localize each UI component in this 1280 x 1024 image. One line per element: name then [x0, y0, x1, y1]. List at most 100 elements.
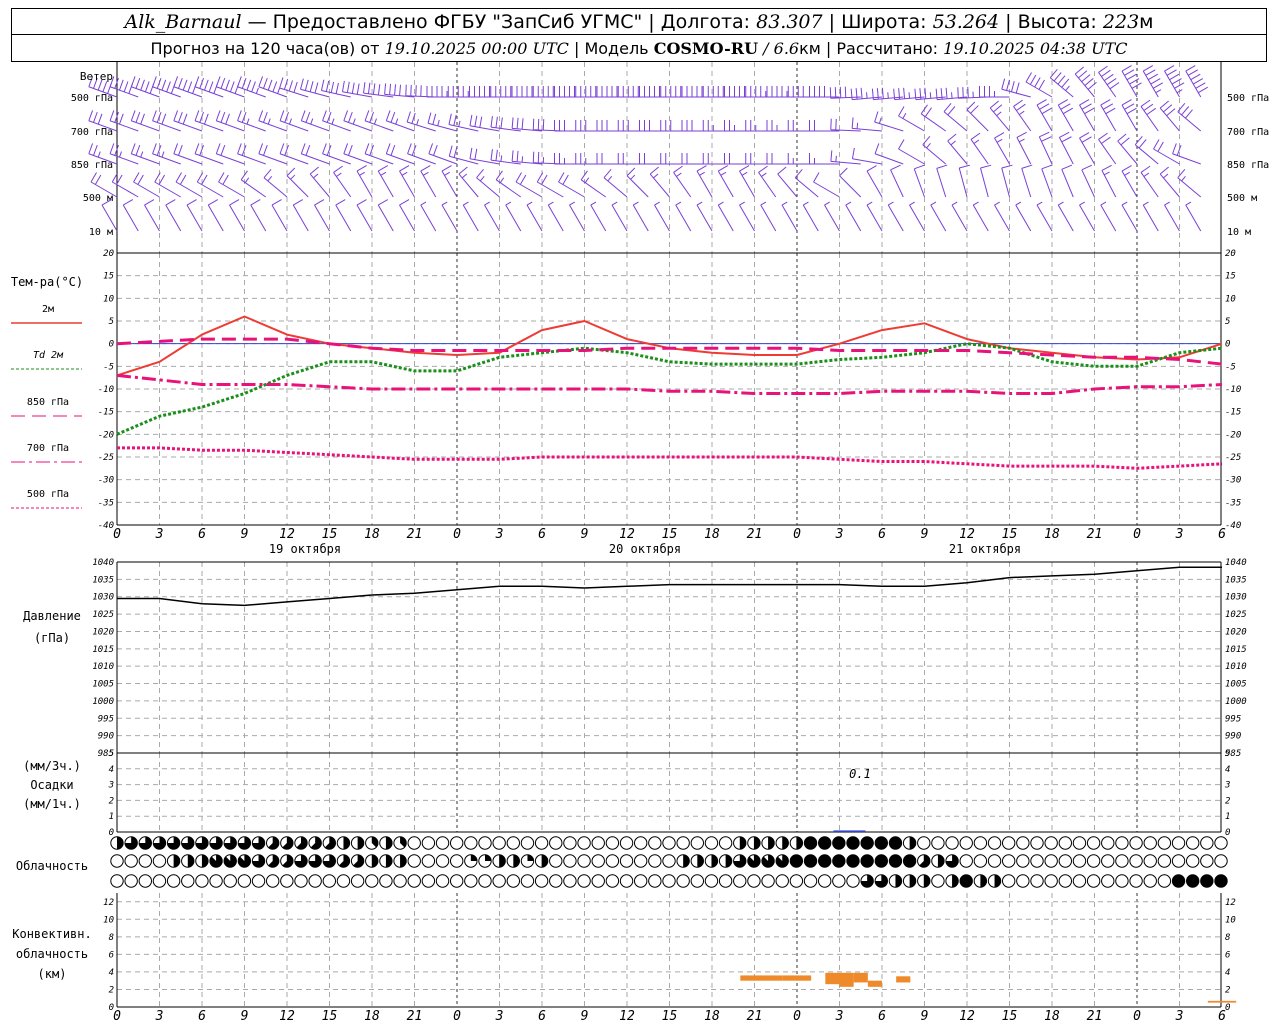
wind-barb-flag [356, 83, 360, 95]
cloud-fill-full [889, 836, 902, 850]
cloud-cover-circle-icon [931, 854, 945, 868]
wind-barb-icon [1185, 201, 1202, 232]
wind-barb-icon [292, 199, 309, 232]
hour-tick-label: 12 [959, 1009, 975, 1024]
wind-barb-icon [611, 201, 628, 232]
cloud-cover-circle-icon [874, 874, 889, 888]
cloud-cover-circle-icon [1143, 836, 1157, 850]
wind-barb-icon [898, 139, 925, 165]
wind-barb-half-flag [760, 201, 767, 206]
cloud-circle-outline [1214, 836, 1228, 850]
wind-barb-icon [1164, 201, 1180, 232]
cloud-circle-outline [1115, 836, 1129, 850]
wind-barb-flag [1197, 86, 1209, 94]
wind-barb-icon [681, 120, 712, 132]
cloud-cover-circle-icon [1072, 854, 1087, 868]
wind-barb-shaft [824, 204, 840, 232]
cloud-fill-sector [909, 836, 916, 850]
cloud-cover-circle-icon [181, 874, 195, 888]
wind-barb-half-flag [1036, 201, 1043, 206]
wind-barb-icon [1121, 165, 1138, 198]
wind-barb-icon [1172, 143, 1201, 165]
wind-barb-flag [215, 76, 221, 87]
wind-barb-flag [718, 165, 729, 172]
wind-barb-shaft [194, 86, 224, 98]
wind-barb-flag [175, 172, 182, 183]
temp-title: Тем-ра(°C) [11, 275, 83, 289]
wind-barb-icon [1074, 66, 1097, 98]
wind-barb-flag [1079, 99, 1090, 106]
wind-barb-flag [178, 77, 183, 89]
wind-barb-icon [377, 199, 394, 232]
cloud-fill-sector [753, 836, 761, 850]
hour-tick-label: 6 [878, 527, 886, 542]
cloud-cover-circle-icon [478, 874, 492, 888]
temp-tick-label-right: -20 [1225, 430, 1241, 440]
wind-barb-flag [309, 81, 314, 92]
cloud-cover-circle-icon [166, 836, 181, 850]
wind-barb-flag [1126, 73, 1137, 81]
cloud-cover-circle-icon [251, 854, 266, 868]
cloud-circle-outline [718, 836, 733, 850]
cloud-cover-circle-icon [464, 854, 478, 868]
wind-barb-flag [343, 143, 349, 154]
wind-barb-shaft [258, 120, 288, 132]
wind-barb-flag [356, 165, 367, 172]
cloud-circle-outline [209, 874, 223, 888]
wind-barb-icon [1061, 164, 1074, 198]
wind-barb-half-flag [996, 138, 1003, 143]
cloud-cover-circle-icon [534, 874, 549, 888]
hour-tick-label: 0 [453, 527, 461, 542]
cloud-circle-outline [1030, 836, 1044, 850]
conv-unit: (км) [38, 967, 67, 981]
cloud-cover-circle-icon [690, 836, 705, 850]
cloud-fill-full [860, 854, 874, 868]
wind-barb-flag [399, 165, 410, 172]
cloud-cover-circle-icon [1101, 854, 1115, 868]
legend-label: 850 гПа [27, 397, 69, 408]
cloud-cover-circle-icon [407, 854, 421, 868]
wind-barb-flag [516, 117, 519, 129]
wind-barb-icon [1057, 99, 1074, 132]
wind-barb-half-flag [856, 122, 859, 129]
cloud-cover-circle-icon [549, 854, 563, 868]
wind-barb-icon [1081, 164, 1095, 198]
cloud-circle-outline [138, 874, 153, 888]
cloud-circle-outline [492, 874, 506, 888]
temp-tick-label-right: -30 [1225, 476, 1241, 486]
wind-barb-shaft [122, 204, 139, 232]
wind-barb-icon [558, 172, 585, 198]
wind-barb-half-flag [699, 171, 705, 176]
wind-barb-shaft [1016, 137, 1032, 165]
temp-tick-label-left: -25 [98, 453, 114, 463]
wind-barb-flag [348, 144, 353, 156]
pressure-tick-label-right: 990 [1225, 732, 1241, 742]
temp-tick-label-left: 0 [109, 340, 114, 350]
cloud-cover-circle-icon [435, 854, 450, 868]
wind-barb-flag [263, 77, 268, 89]
wind-barb-flag [936, 164, 948, 169]
hour-tick-label: 15 [322, 527, 338, 542]
wind-barb-half-flag [590, 201, 597, 206]
cloud-circle-outline [577, 874, 591, 888]
wind-barb-shaft [1142, 204, 1159, 232]
wind-barb-flag [1146, 107, 1157, 116]
wind-barb-shaft [866, 204, 883, 232]
cloud-circle-outline [449, 874, 464, 888]
cloud-circle-outline [959, 854, 973, 868]
cloud-cover-circle-icon [350, 854, 365, 868]
wind-barb-icon [777, 166, 798, 198]
cloud-circle-outline [520, 874, 535, 888]
wind-level-label: 10 м [89, 227, 113, 238]
wind-barb-flag [123, 81, 129, 93]
cloud-title: Облачность [16, 859, 88, 873]
wind-barb-flag [920, 104, 928, 115]
wind-barb-icon [196, 172, 224, 198]
wind-barb-half-flag [1163, 173, 1169, 179]
wind-barb-shaft [1098, 139, 1117, 165]
wind-barb-flag [1195, 82, 1206, 89]
wind-barb-icon [745, 153, 776, 165]
cloud-fill-sector [499, 854, 506, 868]
wind-barb-half-flag [548, 201, 554, 206]
cloud-cover-circle-icon [1058, 874, 1073, 888]
